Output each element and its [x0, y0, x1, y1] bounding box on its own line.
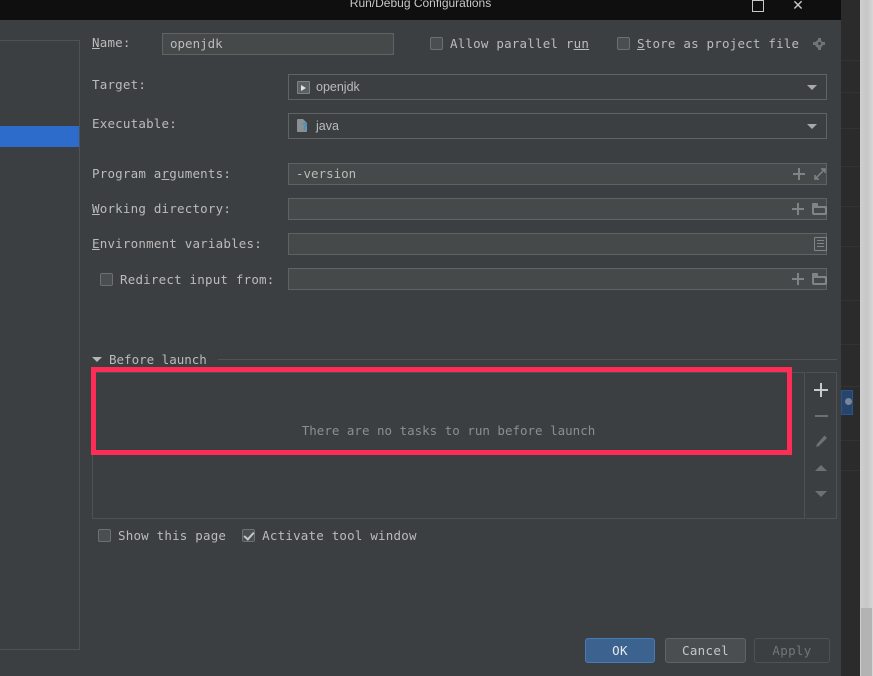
environment-variables-input[interactable]	[288, 233, 827, 255]
before-launch-empty-message: There are no tasks to run before launch	[301, 423, 596, 438]
expand-icon[interactable]	[813, 167, 827, 181]
ok-button[interactable]: OK	[585, 638, 655, 663]
program-arguments-row: Program arguments: -version	[92, 163, 837, 185]
move-task-up-button[interactable]	[806, 455, 836, 481]
apply-button[interactable]: Apply	[754, 638, 830, 663]
dialog-titlebar: Run/Debug Configurations ✕	[0, 0, 841, 20]
environment-variables-actions	[792, 233, 834, 255]
show-this-page-checkbox[interactable]: Show this page	[98, 528, 226, 543]
target-combobox[interactable]: openjdk	[288, 74, 827, 100]
redirect-input-checkbox-box[interactable]	[100, 273, 113, 286]
executable-row: Executable: ? java	[92, 113, 837, 139]
name-row: Name: openjdk Allow parallel run Store a…	[92, 32, 837, 55]
allow-parallel-run-label: Allow parallel run	[450, 36, 590, 51]
run-debug-configurations-dialog: Run/Debug Configurations ✕ Name: openjdk…	[0, 0, 841, 676]
maximize-icon[interactable]	[747, 0, 769, 15]
allow-parallel-run-checkbox[interactable]: Allow parallel run	[430, 36, 589, 51]
ide-vertical-scrollbar[interactable]	[860, 0, 873, 676]
target-row: Target: openjdk	[92, 74, 837, 100]
executable-value: java	[316, 119, 339, 133]
redirect-input-label: Redirect input from:	[120, 272, 275, 287]
environment-variables-row: Environment variables:	[92, 233, 837, 255]
program-arguments-input[interactable]: -version	[288, 163, 827, 185]
allow-parallel-run-checkbox-box[interactable]	[430, 37, 443, 50]
add-task-button[interactable]	[806, 377, 836, 403]
dialog-body: Name: openjdk Allow parallel run Store a…	[0, 20, 841, 676]
ide-editor-strip	[841, 0, 860, 676]
dialog-footer: OK Cancel Apply	[0, 630, 841, 676]
section-divider	[217, 358, 837, 360]
redirect-input-actions	[768, 268, 834, 290]
name-input[interactable]: openjdk	[162, 33, 394, 55]
executable-label: Executable:	[92, 116, 177, 131]
show-this-page-label: Show this page	[118, 528, 227, 543]
show-this-page-checkbox-box[interactable]	[98, 529, 111, 542]
redirect-input-row: Redirect input from:	[92, 268, 837, 290]
ide-scrollbar-thumb[interactable]	[861, 608, 872, 676]
configurations-tree-panel[interactable]	[0, 40, 80, 650]
working-directory-input[interactable]	[288, 198, 827, 220]
folder-icon[interactable]	[812, 273, 827, 285]
target-console-icon	[297, 80, 310, 94]
target-value: openjdk	[316, 80, 360, 94]
program-arguments-label: Program arguments:	[92, 166, 232, 181]
working-directory-label: Working directory:	[92, 201, 232, 216]
before-launch-title: Before launch	[109, 351, 207, 367]
store-as-project-file-label: Store as project file	[637, 36, 800, 51]
chevron-down-icon[interactable]	[807, 124, 817, 129]
move-task-down-button[interactable]	[806, 481, 836, 507]
store-as-project-file-checkbox[interactable]: Store as project file	[617, 36, 826, 51]
page-options: Show this page Activate tool window	[98, 528, 417, 543]
plus-icon[interactable]	[791, 202, 805, 216]
folder-icon[interactable]	[812, 203, 827, 215]
redirect-input-checkbox[interactable]: Redirect input from:	[100, 272, 275, 287]
plus-icon[interactable]	[791, 272, 805, 286]
activate-tool-window-label: Activate tool window	[262, 528, 417, 543]
remove-task-button[interactable]	[806, 403, 836, 429]
executable-combobox[interactable]: ? java	[288, 113, 827, 139]
configurations-tree-selected-item[interactable]	[0, 126, 79, 147]
store-as-project-file-checkbox-box[interactable]	[617, 37, 630, 50]
environment-variables-label: Environment variables:	[92, 236, 262, 251]
before-launch-section-header[interactable]: Before launch	[92, 351, 837, 367]
editor-gutter-marker	[841, 390, 853, 415]
close-icon[interactable]: ✕	[787, 0, 809, 15]
before-launch-task-list[interactable]: There are no tasks to run before launch	[92, 372, 805, 519]
program-arguments-actions	[768, 163, 834, 185]
list-icon[interactable]	[814, 237, 827, 251]
chevron-down-icon[interactable]	[807, 85, 817, 90]
activate-tool-window-checkbox[interactable]: Activate tool window	[242, 528, 417, 543]
dialog-title: Run/Debug Configurations	[349, 0, 492, 10]
target-label: Target:	[92, 77, 147, 92]
plus-icon[interactable]	[792, 167, 806, 181]
gear-icon[interactable]	[812, 37, 826, 51]
edit-task-button[interactable]	[806, 429, 836, 455]
name-label: Name:	[92, 35, 131, 50]
redirect-input-field[interactable]	[288, 268, 827, 290]
cancel-button[interactable]: Cancel	[665, 638, 746, 663]
working-directory-row: Working directory:	[92, 198, 837, 220]
collapse-triangle-icon[interactable]	[92, 356, 102, 362]
before-launch-toolbar	[806, 372, 837, 519]
activate-tool-window-checkbox-box[interactable]	[242, 529, 256, 542]
working-directory-actions	[768, 198, 834, 220]
file-unknown-icon: ?	[297, 118, 310, 134]
